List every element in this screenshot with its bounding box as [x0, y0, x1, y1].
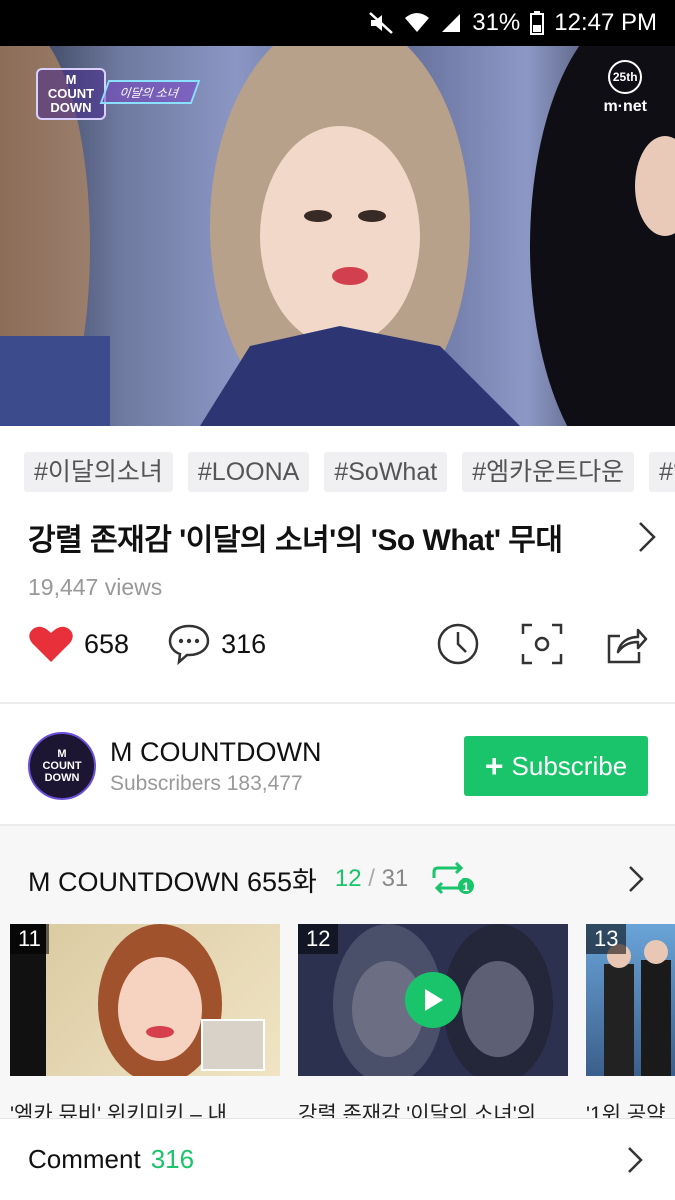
item-number: 11 — [10, 924, 49, 954]
action-bar: 658 316 — [28, 618, 648, 670]
like-button[interactable]: 658 — [28, 624, 129, 664]
subscribe-button[interactable]: + Subscribe — [464, 736, 648, 796]
playlist-thumbnail: 11 — [10, 924, 280, 1076]
status-bar: 31% 12:47 PM — [0, 0, 675, 46]
like-count: 658 — [84, 628, 130, 659]
broadcaster-logo: 25th m·net — [603, 60, 647, 116]
video-title: 강렬 존재감 '이달의 소녀'의 'So What' 무대 — [28, 524, 563, 557]
share-icon[interactable] — [604, 622, 648, 666]
repeat-one-icon[interactable]: 1 — [428, 862, 475, 896]
hashtag[interactable]: #엠 — [649, 452, 675, 492]
battery-icon — [530, 11, 545, 35]
comment-label: Comment — [28, 1144, 141, 1174]
signal-icon — [440, 12, 462, 34]
channel-row: M COUNT DOWN M COUNTDOWN Subscribers 183… — [28, 732, 648, 800]
screenshot-icon[interactable] — [520, 622, 564, 666]
clock: 12:47 PM — [554, 9, 657, 36]
playlist-item[interactable]: 13 '1위 공약 — [586, 924, 675, 1120]
hashtag[interactable]: #SoWhat — [324, 452, 448, 492]
speech-bubble-icon — [168, 624, 210, 666]
mute-icon — [368, 11, 394, 35]
divider — [0, 702, 675, 704]
item-caption: '1위 공약 — [586, 1103, 666, 1120]
channel-avatar[interactable]: M COUNT DOWN — [28, 732, 96, 800]
item-number: 13 — [586, 924, 627, 954]
playlist-item[interactable]: 11 '엠카 뮤비' 위키미키 – 내 — [10, 924, 280, 1120]
video-title-row[interactable]: 강렬 존재감 '이달의 소녀'의 'So What' 무대 — [28, 510, 658, 564]
battery-percent: 31% — [472, 9, 521, 36]
mcountdown-overlay-logo: M COUNT DOWN — [36, 68, 106, 120]
video-player[interactable]: M COUNT DOWN 이달의 소녀 25th m·net — [0, 46, 675, 426]
hashtag[interactable]: #LOONA — [187, 452, 310, 492]
comment-count: 316 — [221, 628, 267, 659]
heart-icon — [29, 626, 73, 662]
chevron-right-icon[interactable] — [626, 862, 648, 896]
hashtag[interactable]: #이달의소녀 — [24, 452, 173, 492]
playlist-thumbnail: 13 — [586, 924, 675, 1076]
hashtag[interactable]: #엠카운트다운 — [462, 452, 635, 492]
playlist-title: M COUNTDOWN 655화 — [28, 866, 317, 897]
comment-bar[interactable]: Comment 316 — [0, 1118, 675, 1200]
subscribe-label: Subscribe — [511, 750, 628, 781]
comment-button[interactable]: 316 — [167, 622, 266, 666]
play-icon — [405, 972, 461, 1028]
view-count: 19,447 views — [28, 574, 163, 600]
artist-overlay-tag: 이달의 소녀 — [99, 80, 201, 104]
clock-icon[interactable] — [436, 622, 480, 666]
comment-total: 316 — [150, 1144, 195, 1174]
channel-name: M COUNTDOWN — [110, 736, 322, 767]
svg-text:1: 1 — [463, 880, 470, 894]
plus-icon: + — [484, 748, 504, 784]
anniversary-badge: 25th — [608, 60, 643, 94]
hashtag-list: #이달의소녀 #LOONA #SoWhat #엠카운트다운 #엠 — [24, 452, 675, 492]
playlist-item-current[interactable]: 12 강렬 존재감 '이달의 소녀'의 — [298, 924, 568, 1120]
item-caption: '엠카 뮤비' 위키미키 – 내 — [10, 1103, 227, 1120]
subscriber-count: Subscribers 183,477 — [110, 771, 303, 795]
wifi-icon — [404, 12, 430, 34]
channel-info[interactable]: M COUNTDOWN Subscribers 183,477 — [110, 737, 464, 796]
chevron-right-icon — [639, 522, 656, 552]
chevron-right-icon — [628, 1146, 643, 1173]
item-number: 12 — [298, 924, 339, 954]
playlist-position: 12 / 31 — [334, 865, 409, 892]
item-caption: 강렬 존재감 '이달의 소녀'의 — [298, 1103, 537, 1120]
playlist-thumbnail: 12 — [298, 924, 568, 1076]
playlist-carousel: 11 '엠카 뮤비' 위키미키 – 내 12 강렬 존재감 '이달의 소녀'의 — [10, 924, 675, 1120]
playlist-header[interactable]: M COUNTDOWN 655화 12 / 31 1 — [28, 856, 648, 902]
